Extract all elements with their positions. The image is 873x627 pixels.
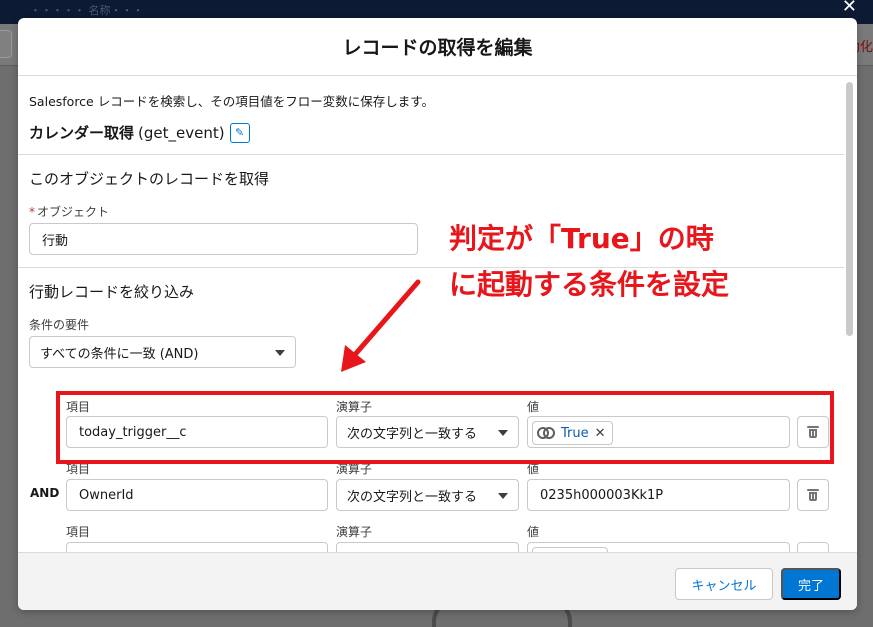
- background-toolbar-button: [0, 30, 12, 58]
- element-api-name: (get_event): [138, 123, 225, 142]
- close-icon[interactable]: ✕: [842, 0, 857, 17]
- annotation-highlight-box: [56, 391, 834, 464]
- object-section-title: このオブジェクトのレコードを取得: [29, 170, 270, 188]
- modal-footer: キャンセル 完了: [18, 552, 857, 610]
- condition-field-input[interactable]: OwnerId: [66, 479, 328, 511]
- cancel-button[interactable]: キャンセル: [675, 568, 773, 600]
- background-title: ・・・・・ 名称・・・: [30, 4, 144, 17]
- condition-requirement-select[interactable]: すべての条件に一致 (AND): [29, 336, 296, 368]
- condition-value-input[interactable]: [527, 542, 790, 552]
- modal-description: Salesforce レコードを検索し、その項目値をフロー変数に保存します。: [29, 94, 434, 109]
- element-name: カレンダー取得 (get_event) ✎: [29, 122, 250, 143]
- condition-operator-select[interactable]: [336, 542, 519, 552]
- condition-operator-select[interactable]: 次の文字列と一致する: [336, 479, 519, 511]
- filter-section-title: 行動レコードを絞り込み: [29, 283, 195, 301]
- condition-requirement-label: 条件の要件: [29, 318, 90, 332]
- object-field-label: * オブジェクト: [29, 205, 110, 219]
- object-input[interactable]: 行動: [29, 223, 418, 255]
- modal-header: レコードの取得を編集: [18, 18, 857, 76]
- trash-icon: [807, 489, 819, 501]
- condition-field-label: 項目: [66, 525, 91, 539]
- delete-condition-button[interactable]: [797, 542, 829, 552]
- modal-body: Salesforce レコードを検索し、その項目値をフロー変数に保存します。 カ…: [18, 76, 857, 552]
- edit-get-records-modal: レコードの取得を編集 Salesforce レコードを検索し、その項目値をフロー…: [18, 18, 857, 610]
- edit-pencil-icon[interactable]: ✎: [229, 122, 250, 143]
- condition-requirement-value: すべての条件に一致 (AND): [40, 346, 199, 362]
- condition-value-label: 値: [527, 525, 540, 539]
- and-connector-label: AND: [30, 486, 60, 500]
- modal-title: レコードの取得を編集: [342, 37, 533, 59]
- condition-value-input[interactable]: 0235h000003Kk1P: [527, 479, 790, 511]
- chevron-down-icon: [498, 493, 508, 499]
- condition-operator-label: 演算子: [336, 525, 373, 539]
- annotation-line-1: 判定が「True」の時: [449, 222, 714, 255]
- delete-condition-button[interactable]: [797, 479, 829, 511]
- divider: [18, 154, 844, 155]
- required-marker: *: [29, 205, 35, 219]
- chevron-down-icon: [275, 350, 285, 356]
- element-label: カレンダー取得: [29, 124, 135, 142]
- scrollbar[interactable]: [846, 82, 853, 336]
- annotation-line-2: に起動する条件を設定: [449, 268, 730, 301]
- annotation-callout: 判定が「True」の時 に起動する条件を設定: [449, 216, 729, 308]
- condition-operator-value: 次の文字列と一致する: [347, 489, 478, 505]
- condition-field-input[interactable]: [66, 542, 328, 552]
- done-button[interactable]: 完了: [781, 568, 841, 600]
